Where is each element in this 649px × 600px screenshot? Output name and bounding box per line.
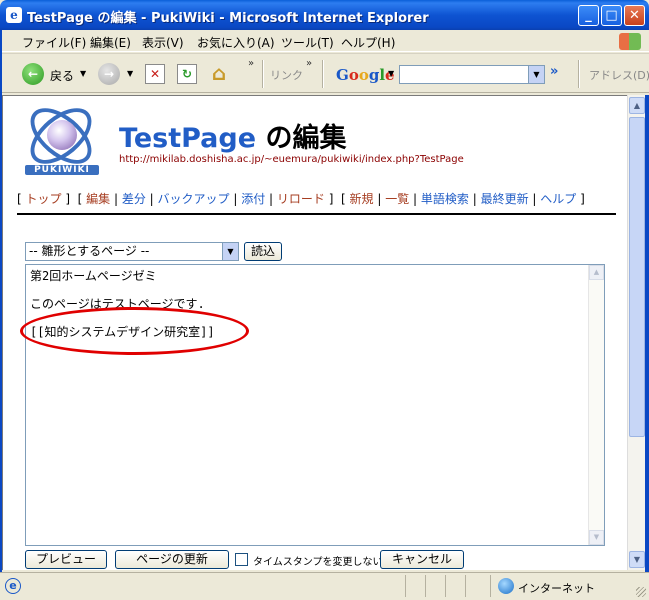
load-button[interactable]: 読込 xyxy=(244,242,282,261)
annotation-circle xyxy=(20,307,249,355)
window-border xyxy=(645,95,649,600)
home-icon[interactable]: ⌂ xyxy=(207,63,231,85)
timestamp-checkbox[interactable] xyxy=(235,553,248,566)
nav-backup-link[interactable]: バックアップ xyxy=(158,192,230,206)
page-title-suffix: の編集 xyxy=(256,123,347,154)
google-letter: G xyxy=(336,66,349,84)
cancel-button[interactable]: キャンセル xyxy=(380,550,464,569)
scroll-down-icon[interactable]: ▼ xyxy=(629,551,645,568)
nav-top-link[interactable]: トップ xyxy=(26,192,62,206)
editor-line: 第2回ホームページゼミ xyxy=(30,269,157,283)
links-label[interactable]: リンク xyxy=(270,67,303,83)
nav-new-link[interactable]: 新規 xyxy=(350,192,374,206)
status-pane xyxy=(405,575,406,597)
google-letter: o xyxy=(358,66,369,84)
back-dropdown-icon[interactable]: ▼ xyxy=(80,69,86,78)
browser-viewport: PUKIWIKI TestPage の編集 http://mikilab.dos… xyxy=(2,95,627,570)
scroll-up-icon[interactable]: ▲ xyxy=(589,265,604,280)
update-button[interactable]: ページの更新 xyxy=(115,550,229,569)
window-title: TestPage の編集 - PukiWiki - Microsoft Inte… xyxy=(27,11,429,26)
back-button-label[interactable]: 戻る xyxy=(50,67,74,84)
status-bar: e インターネット xyxy=(0,572,649,600)
forward-arrow-icon[interactable]: → xyxy=(98,63,120,85)
template-select-value: -- 雛形とするページ -- xyxy=(29,244,150,258)
address-label[interactable]: アドレス(D) xyxy=(589,67,649,83)
nav-help-link[interactable]: ヘルプ xyxy=(540,192,576,206)
status-pane xyxy=(465,575,466,597)
page-done-icon: e xyxy=(5,578,21,594)
menu-help[interactable]: ヘルプ(H) xyxy=(341,34,395,51)
windows-logo-icon xyxy=(619,33,641,50)
page-scrollbar[interactable]: ▲ ▼ xyxy=(627,95,645,570)
wiki-navbar: [ トップ ] [ 編集 | 差分 | バックアップ | 添付 | リロード ]… xyxy=(17,192,585,206)
refresh-icon[interactable]: ↻ xyxy=(177,64,197,84)
divider xyxy=(17,213,616,215)
page-source-textarea[interactable]: 第2回ホームページゼミ このページはテストページです. [[知的システムデザイン… xyxy=(20,264,605,546)
nav-edit-link[interactable]: 編集 xyxy=(86,192,110,206)
nav-search-link[interactable]: 単語検索 xyxy=(421,192,469,206)
nav-diff-link[interactable]: 差分 xyxy=(122,192,146,206)
menu-view[interactable]: 表示(V) xyxy=(142,34,184,51)
page-title-link[interactable]: TestPage xyxy=(119,123,256,154)
menu-tools[interactable]: ツール(T) xyxy=(281,34,334,51)
logo-text: PUKIWIKI xyxy=(25,165,99,175)
page-url: http://mikilab.doshisha.ac.jp/~euemura/p… xyxy=(119,154,464,165)
logo-nucleus xyxy=(47,120,77,150)
preview-button[interactable]: プレビュー xyxy=(25,550,107,569)
close-button[interactable]: ✕ xyxy=(624,5,645,26)
minimize-button[interactable]: _ xyxy=(578,5,599,26)
google-search-input[interactable]: ▼ xyxy=(399,65,545,84)
nav-recent-link[interactable]: 最終更新 xyxy=(481,192,529,206)
back-arrow-icon[interactable]: ← xyxy=(22,63,44,85)
status-pane xyxy=(425,575,426,597)
timestamp-label: タイムスタンプを変更しない xyxy=(253,557,383,568)
menu-bar: ファイル(F) 編集(E) 表示(V) お気に入り(A) ツール(T) ヘルプ(… xyxy=(0,30,649,52)
google-dropdown-icon[interactable]: ▼ xyxy=(388,69,394,78)
title-bar: e TestPage の編集 - PukiWiki - Microsoft In… xyxy=(0,0,649,30)
toolbar-chevron-icon[interactable]: » xyxy=(248,58,254,69)
toolbar-separator xyxy=(262,60,264,88)
resize-grip-icon[interactable] xyxy=(636,587,646,597)
scroll-up-icon[interactable]: ▲ xyxy=(629,97,645,114)
menu-favorites[interactable]: お気に入り(A) xyxy=(197,34,275,51)
template-select[interactable]: -- 雛形とするページ -- ▼ xyxy=(25,242,239,261)
pukiwiki-logo[interactable]: PUKIWIKI xyxy=(20,97,102,184)
links-chevron-icon[interactable]: » xyxy=(306,58,312,69)
scrollbar-thumb[interactable] xyxy=(629,117,645,437)
nav-reload-link[interactable]: リロード xyxy=(277,192,325,206)
nav-list-link[interactable]: 一覧 xyxy=(385,192,409,206)
status-pane xyxy=(490,575,491,597)
nav-attach-link[interactable]: 添付 xyxy=(241,192,265,206)
menu-edit[interactable]: 編集(E) xyxy=(90,34,131,51)
editor-scrollbar[interactable]: ▲ ▼ xyxy=(588,265,604,545)
security-zone-label: インターネット xyxy=(518,582,595,595)
google-letter: o xyxy=(348,66,359,84)
toolbar: ← 戻る ▼ → ▼ ✕ ↻ ⌂ » リンク » Google ▼ ▼ » アド… xyxy=(0,53,649,93)
maximize-button[interactable]: □ xyxy=(601,5,622,26)
google-more-chevron-icon[interactable]: » xyxy=(550,64,558,79)
page-title: TestPage の編集 xyxy=(119,116,346,155)
forward-dropdown-icon[interactable]: ▼ xyxy=(127,69,133,78)
toolbar-separator xyxy=(578,60,580,88)
ie-icon[interactable]: e xyxy=(6,7,22,23)
scroll-down-icon[interactable]: ▼ xyxy=(589,530,604,545)
internet-globe-icon xyxy=(498,578,514,594)
google-letter: g xyxy=(368,66,380,84)
google-input-dropdown-icon[interactable]: ▼ xyxy=(528,66,544,83)
chevron-down-icon[interactable]: ▼ xyxy=(222,243,238,260)
menu-file[interactable]: ファイル(F) xyxy=(22,34,86,51)
status-pane xyxy=(445,575,446,597)
google-logo[interactable]: Google xyxy=(336,66,395,84)
toolbar-separator xyxy=(322,60,324,88)
stop-icon[interactable]: ✕ xyxy=(145,64,165,84)
